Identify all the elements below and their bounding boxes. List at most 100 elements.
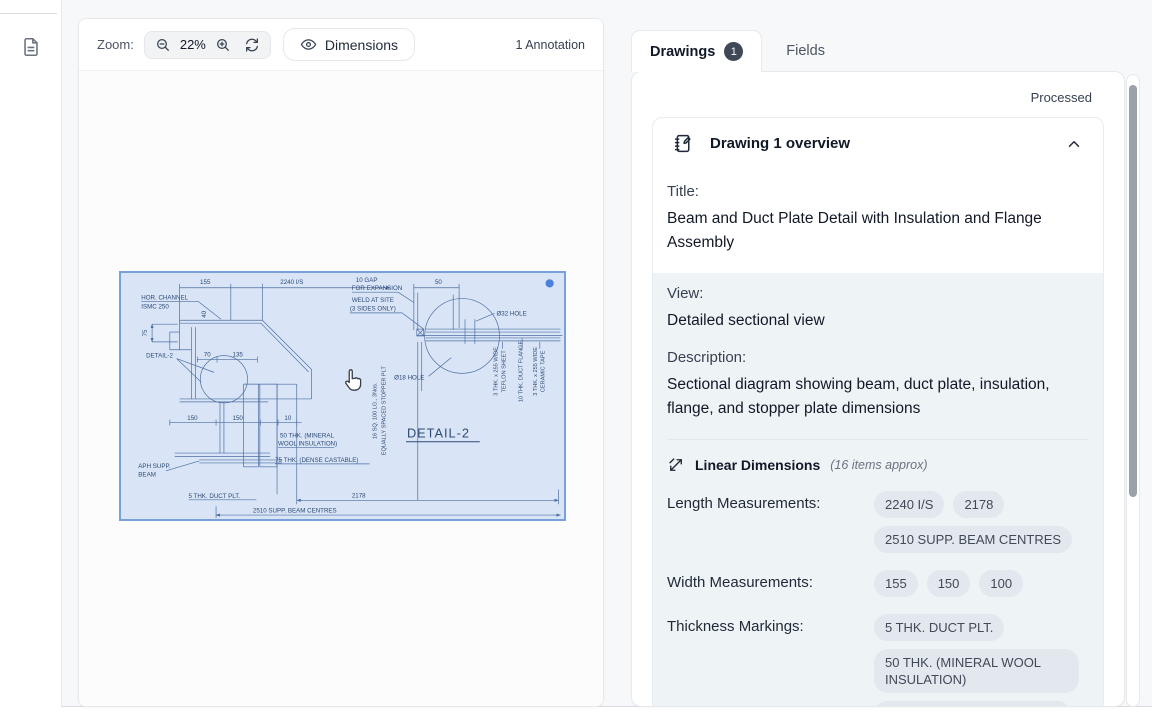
detail2-title: DETAIL-2 <box>407 425 470 440</box>
width-chip[interactable]: 150 <box>927 570 971 597</box>
title-label: Title: <box>667 183 1089 200</box>
hand-cursor-icon <box>341 367 367 393</box>
annotation-dot[interactable] <box>545 279 553 287</box>
mineral-wool-label-line2: WOOL INSULATION) <box>278 441 337 448</box>
thickness-chip[interactable]: 5 THK. DUCT PLT. <box>874 614 1004 641</box>
tab-fields[interactable]: Fields <box>762 30 849 72</box>
zoom-label: Zoom: <box>97 37 134 52</box>
mineral-wool-label-line1: 50 THK. (MINERAL <box>280 432 334 439</box>
detail2-ref-label: DETAIL-2 <box>146 353 173 360</box>
reset-zoom-icon[interactable] <box>244 37 260 53</box>
linear-dimensions-count: (16 items approx) <box>830 458 927 472</box>
viewer-toolbar: Zoom: 22% Dimensions <box>79 19 603 71</box>
dim-10: 10 <box>284 415 291 422</box>
thickness-markings-label: Thickness Markings: <box>667 614 874 635</box>
dim-135: 135 <box>233 352 244 359</box>
width-chip[interactable]: 100 <box>979 570 1023 597</box>
view-value: Detailed sectional view <box>667 309 1089 333</box>
duct-plate-label: 5 THK. DUCT PLT. <box>189 493 241 500</box>
dim-2178: 2178 <box>352 492 366 499</box>
chevron-up-icon[interactable] <box>1065 135 1083 153</box>
aph-beam-label-line1: APH SUPP. <box>138 463 170 470</box>
insulation-hatch-dense <box>244 384 259 467</box>
zoom-out-icon[interactable] <box>155 37 171 53</box>
thickness-chip[interactable]: 75 THK. (DENSE CASTABLE) <box>874 701 1071 707</box>
teflon-sheet-label-line1: 3 THK. x 255 WIDE <box>493 347 499 396</box>
view-label: View: <box>667 285 1089 302</box>
drawing-overview-title: Drawing 1 overview <box>710 135 1049 152</box>
drawing-overview-header[interactable]: Drawing 1 overview <box>653 118 1103 169</box>
drawing-viewer-panel: Zoom: 22% Dimensions <box>78 18 604 707</box>
tab-drawings-label: Drawings <box>650 44 715 60</box>
dim-70: 70 <box>204 352 211 359</box>
hole-32-label: Ø32 HOLE <box>496 310 526 317</box>
length-chip[interactable]: 2510 SUPP. BEAM CENTRES <box>874 526 1072 553</box>
drawing-canvas[interactable]: 155 2240 I/S 50 10 GAP FOR EXPANSION WEL… <box>79 71 603 706</box>
stopper-plate-note-line2: EQUALLY SPACED STOPPER PLT <box>381 366 387 456</box>
weld-note-line1: WELD AT SITE <box>352 297 394 304</box>
overview-detail-section: View: Detailed sectional view Descriptio… <box>653 273 1103 707</box>
weld-note-line2: (3 SIDES ONLY) <box>350 305 396 312</box>
hor-channel-label-line2: ISMC 250 <box>141 303 169 310</box>
dimensions-toggle-button[interactable]: Dimensions <box>283 28 415 61</box>
zoom-controls: 22% <box>144 31 271 59</box>
beam-geometry <box>175 402 282 463</box>
tab-fields-label: Fields <box>786 43 825 59</box>
hole-18-label: Ø18 HOLE <box>394 374 424 381</box>
dimension-lines-top <box>180 284 459 328</box>
gap-note-line1: 10 GAP <box>356 277 378 284</box>
dim-50: 50 <box>435 279 442 286</box>
dim-2240: 2240 I/S <box>280 279 303 286</box>
length-chip[interactable]: 2240 I/S <box>874 491 944 518</box>
thickness-markings-row: Thickness Markings: 5 THK. DUCT PLT. 50 … <box>667 614 1089 707</box>
status-badge: Processed <box>652 90 1104 105</box>
panel-scrollbar-thumb[interactable] <box>1129 85 1137 497</box>
dim-40: 40 <box>201 310 208 317</box>
hor-channel-label-line1: HOR. CHANNEL <box>141 295 188 302</box>
dim-75: 75 <box>142 329 149 336</box>
tab-drawings[interactable]: Drawings 1 <box>631 30 762 72</box>
thickness-chip[interactable]: 50 THK. (MINERAL WOOL INSULATION) <box>874 649 1079 693</box>
flange-geometry <box>414 293 563 501</box>
document-icon[interactable] <box>20 36 42 58</box>
drawings-panel: Processed Drawing 1 overview Title: Beam… <box>631 71 1125 707</box>
panel-tabs: Drawings 1 Fields <box>631 30 849 72</box>
app-window: Zoom: 22% Dimensions <box>0 0 1152 720</box>
dimensions-button-label: Dimensions <box>325 37 398 53</box>
description-block: Description: Sectional diagram showing b… <box>667 349 1089 421</box>
zoom-in-icon[interactable] <box>215 37 231 53</box>
teflon-sheet-label-line2: TEFLON SHEET <box>501 350 507 393</box>
dim-150-b: 150 <box>233 415 244 422</box>
left-sidebar <box>0 0 62 707</box>
ceramic-tape-label-line1: 3 THK. x 255 WIDE <box>533 347 539 396</box>
length-measurements-row: Length Measurements: 2240 I/S 2178 2510 … <box>667 491 1089 553</box>
length-measurements-label: Length Measurements: <box>667 491 874 512</box>
linear-dimensions-title: Linear Dimensions <box>695 457 820 473</box>
linear-dimensions-header: Linear Dimensions (16 items approx) <box>667 456 1089 474</box>
section-divider <box>667 439 1089 440</box>
dim-150-a: 150 <box>187 415 198 422</box>
description-value: Sectional diagram showing beam, duct pla… <box>667 373 1089 421</box>
dimensions-icon <box>667 456 685 474</box>
title-value: Beam and Duct Plate Detail with Insulati… <box>667 207 1089 255</box>
dim-2510-beam-centres: 2510 SUPP. BEAM CENTRES <box>253 508 337 515</box>
view-block: View: Detailed sectional view <box>667 285 1089 333</box>
sidebar-divider <box>0 13 57 14</box>
ceramic-tape-label-line2: CERAMIC TAPE <box>541 350 547 392</box>
drawing-overview-accordion: Drawing 1 overview Title: Beam and Duct … <box>652 117 1104 707</box>
panel-scrollbar-track[interactable] <box>1126 74 1140 707</box>
width-measurements-label: Width Measurements: <box>667 570 874 591</box>
zoom-value: 22% <box>180 37 206 52</box>
aph-beam-label-line2: BEAM <box>138 472 156 479</box>
width-chip[interactable]: 155 <box>874 570 918 597</box>
technical-drawing[interactable]: 155 2240 I/S 50 10 GAP FOR EXPANSION WEL… <box>119 271 566 521</box>
dim-155: 155 <box>200 279 211 286</box>
length-chip[interactable]: 2178 <box>953 491 1004 518</box>
eye-icon <box>300 36 317 53</box>
dense-castable-label: 75 THK. (DENSE CASTABLE) <box>275 457 358 464</box>
insulation-hatch-light <box>260 384 277 467</box>
tab-drawings-badge: 1 <box>724 42 743 61</box>
stopper-plate-note-line1: 16 SQ. 100 LG., 3Nos. <box>372 382 378 439</box>
width-measurements-row: Width Measurements: 155 150 100 <box>667 570 1089 597</box>
duct-flange-label: 10 THK. DUCT FLANGE <box>519 340 525 402</box>
